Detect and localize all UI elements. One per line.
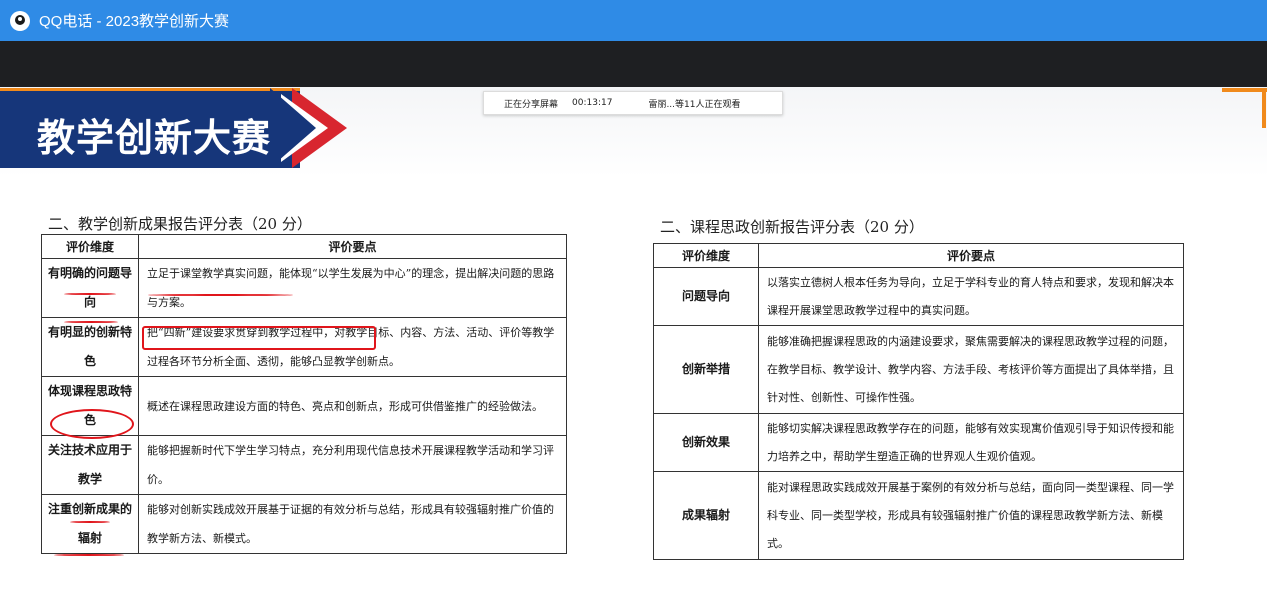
row-key-point: 以落实立德树人根本任务为导向，立足于学科专业的育人特点和要求，发现和解决本课程开… xyxy=(758,267,1184,326)
table-header-row: 评价维度 评价要点 xyxy=(653,243,1184,268)
call-toolbar-strip xyxy=(0,41,1267,87)
table-row: 成果辐射 能对课程思政实践成效开展基于案例的有效分析与总结，面向同一类型课程、同… xyxy=(653,471,1184,560)
header-dimension: 评价维度 xyxy=(41,234,139,259)
screen-share-status-bar[interactable]: 正在分享屏幕 00:13:17 雷丽...等11人正在观看 xyxy=(483,91,783,115)
shared-screen-slide: 教学创新大赛 正在分享屏幕 00:13:17 雷丽...等11人正在观看 二、教… xyxy=(0,87,1267,609)
header-key-points: 评价要点 xyxy=(758,243,1184,268)
annotation-circle xyxy=(50,409,134,439)
window-title: QQ电话 - 2023教学创新大赛 xyxy=(39,13,230,30)
row-dimension: 有明显的创新特色 xyxy=(41,317,139,377)
table2-title: 二、课程思政创新报告评分表（20 分） xyxy=(660,218,924,236)
banner-title: 教学创新大赛 xyxy=(37,116,272,160)
share-viewers-text[interactable]: 雷丽...等11人正在观看 xyxy=(648,97,740,110)
annotation-underline xyxy=(54,554,124,556)
row-key-point: 立足于课堂教学真实问题，能体现“以学生发展为中心”的理念，提出解决问题的思路与方… xyxy=(138,258,567,318)
table-row: 关注技术应用于教学 能够把握新时代下学生学习特点，充分利用现代信息技术开展课程教… xyxy=(41,435,567,495)
row-dimension: 有明确的问题导向 xyxy=(41,258,139,318)
header-dimension: 评价维度 xyxy=(653,243,759,268)
row-key-point: 能够对创新实践成效开展基于证据的有效分析与总结，形成具有较强辐射推广价值的教学新… xyxy=(138,494,567,554)
row-key-point: 能够把握新时代下学生学习特点，充分利用现代信息技术开展课程教学活动和学习评价。 xyxy=(138,435,567,495)
slide-banner: 教学创新大赛 xyxy=(0,88,300,168)
annotation-highlight-box xyxy=(142,326,376,350)
table-row: 注重创新成果的辐射 能够对创新实践成效开展基于证据的有效分析与总结，形成具有较强… xyxy=(41,494,567,554)
row-dimension: 创新效果 xyxy=(653,413,759,472)
table-row: 创新效果 能够切实解决课程思政教学存在的问题，能够有效实现寓价值观引导于知识传授… xyxy=(653,413,1184,472)
title-bar: QQ电话 - 2023教学创新大赛 xyxy=(0,0,1267,41)
row-key-point: 能对课程思政实践成效开展基于案例的有效分析与总结，面向同一类型课程、同一学科专业… xyxy=(758,471,1184,560)
row-dimension: 关注技术应用于教学 xyxy=(41,435,139,495)
table-row: 有明确的问题导向 立足于课堂教学真实问题，能体现“以学生发展为中心”的理念，提出… xyxy=(41,258,567,318)
share-status-text: 正在分享屏幕 xyxy=(504,99,559,110)
teaching-innovation-score-table: 评价维度 评价要点 有明确的问题导向 立足于课堂教学真实问题，能体现“以学生发展… xyxy=(41,234,567,554)
row-dimension: 成果辐射 xyxy=(653,471,759,560)
annotation-underline xyxy=(148,294,293,296)
annotation-underline xyxy=(70,521,110,523)
annotation-underline xyxy=(64,321,118,323)
banner-chevron-blue xyxy=(270,88,316,168)
corner-accent-vertical xyxy=(1262,88,1266,128)
table1-title: 二、教学创新成果报告评分表（20 分） xyxy=(48,215,312,233)
row-key-point: 能够切实解决课程思政教学存在的问题，能够有效实现寓价值观引导于知识传授和能力培养… xyxy=(758,413,1184,472)
qq-penguin-icon xyxy=(10,10,30,31)
annotation-underline xyxy=(64,293,116,295)
header-key-points: 评价要点 xyxy=(138,234,567,259)
table-row: 创新举措 能够准确把握课程思政的内涵建设要求，聚焦需要解决的课程思政教学过程的问… xyxy=(653,325,1184,414)
row-key-point: 概述在课程思政建设方面的特色、亮点和创新点，形成可供借鉴推广的经验做法。 xyxy=(138,376,567,436)
table-row: 问题导向 以落实立德树人根本任务为导向，立足于学科专业的育人特点和要求，发现和解… xyxy=(653,267,1184,326)
table-header-row: 评价维度 评价要点 xyxy=(41,234,567,259)
row-key-point: 能够准确把握课程思政的内涵建设要求，聚焦需要解决的课程思政教学过程的问题，在教学… xyxy=(758,325,1184,414)
ideological-innovation-score-table: 评价维度 评价要点 问题导向 以落实立德树人根本任务为导向，立足于学科专业的育人… xyxy=(653,243,1184,560)
row-dimension: 注重创新成果的辐射 xyxy=(41,494,139,554)
row-dimension: 问题导向 xyxy=(653,267,759,326)
corner-accent xyxy=(1222,88,1267,92)
row-dimension: 创新举措 xyxy=(653,325,759,414)
share-elapsed-time: 00:13:17 xyxy=(572,98,613,108)
